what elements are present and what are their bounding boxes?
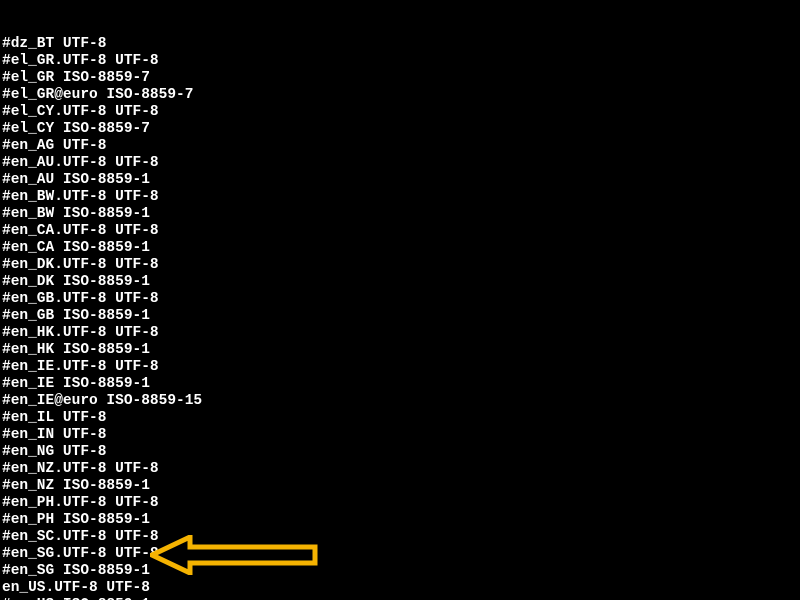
locale-line: #en_HK.UTF-8 UTF-8 — [2, 325, 800, 342]
locale-line: #en_DK ISO-8859-1 — [2, 274, 800, 291]
locale-line: #en_IE.UTF-8 UTF-8 — [2, 359, 800, 376]
locale-line: #en_BW.UTF-8 UTF-8 — [2, 189, 800, 206]
locale-line: #en_CA.UTF-8 UTF-8 — [2, 223, 800, 240]
locale-line: #en_IE@euro ISO-8859-15 — [2, 393, 800, 410]
locale-line: #en_AU ISO-8859-1 — [2, 172, 800, 189]
locale-line: #el_CY ISO-8859-7 — [2, 121, 800, 138]
locale-line: #el_GR@euro ISO-8859-7 — [2, 87, 800, 104]
locale-line: #en_IN UTF-8 — [2, 427, 800, 444]
locale-line: #en_SG.UTF-8 UTF-8 — [2, 546, 800, 563]
locale-line: en_US.UTF-8 UTF-8 — [2, 580, 800, 597]
locale-line: #en_BW ISO-8859-1 — [2, 206, 800, 223]
locale-line: #en_AU.UTF-8 UTF-8 — [2, 155, 800, 172]
locale-line: #en_DK.UTF-8 UTF-8 — [2, 257, 800, 274]
locale-line: #en_IE ISO-8859-1 — [2, 376, 800, 393]
locale-line: #en_IL UTF-8 — [2, 410, 800, 427]
locale-line: #el_CY.UTF-8 UTF-8 — [2, 104, 800, 121]
locale-line: #en_SG ISO-8859-1 — [2, 563, 800, 580]
locale-line: #el_GR ISO-8859-7 — [2, 70, 800, 87]
locale-line: #en_GB ISO-8859-1 — [2, 308, 800, 325]
locale-line: #en_CA ISO-8859-1 — [2, 240, 800, 257]
locale-line: #en_AG UTF-8 — [2, 138, 800, 155]
locale-line: #en_HK ISO-8859-1 — [2, 342, 800, 359]
locale-line: #en_NZ ISO-8859-1 — [2, 478, 800, 495]
locale-line: #en_PH.UTF-8 UTF-8 — [2, 495, 800, 512]
terminal-viewport[interactable]: #dz_BT UTF-8#el_GR.UTF-8 UTF-8#el_GR ISO… — [0, 0, 800, 600]
locale-line: #en_SC.UTF-8 UTF-8 — [2, 529, 800, 546]
locale-line: #en_NG UTF-8 — [2, 444, 800, 461]
locale-line: #en_NZ.UTF-8 UTF-8 — [2, 461, 800, 478]
locale-line: #en_GB.UTF-8 UTF-8 — [2, 291, 800, 308]
locale-line: #el_GR.UTF-8 UTF-8 — [2, 53, 800, 70]
locale-line: #dz_BT UTF-8 — [2, 36, 800, 53]
locale-line: #en_PH ISO-8859-1 — [2, 512, 800, 529]
